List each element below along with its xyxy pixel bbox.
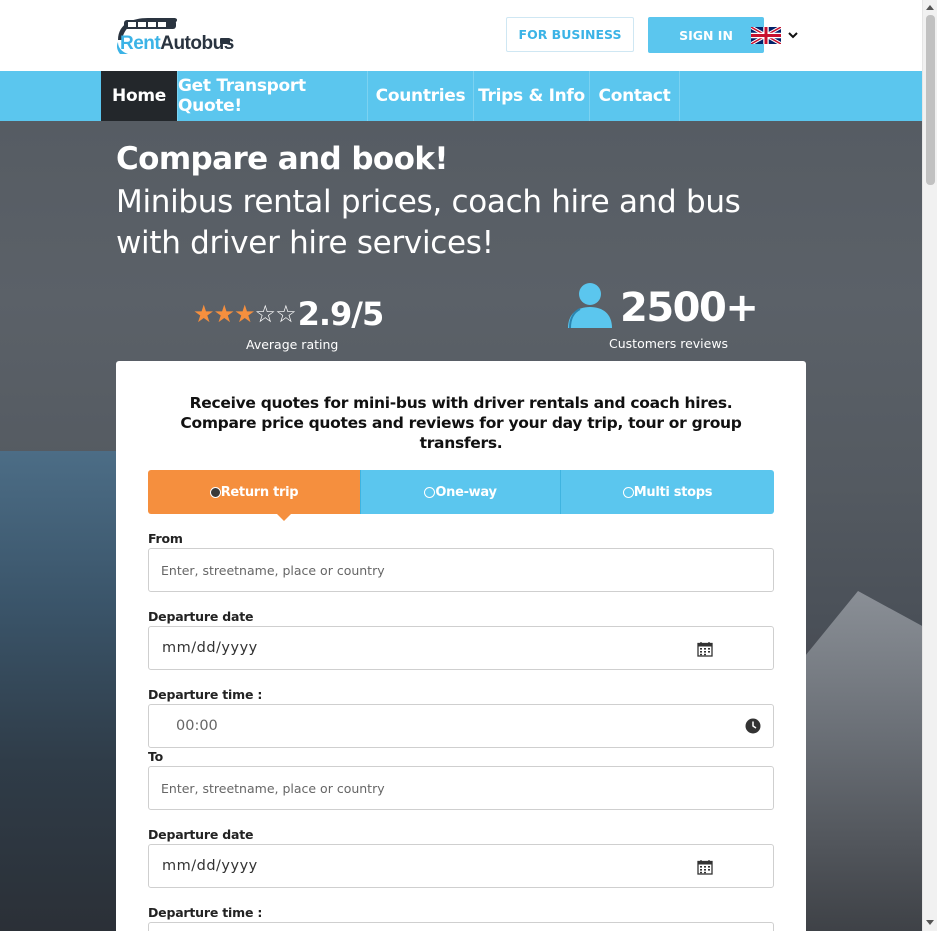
reviews-label: Customers reviews [609,336,729,351]
rating-label: Average rating [246,337,339,352]
trip-type-tabs: Return trip One-way Multi stops [148,470,774,521]
form-intro: Receive quotes for mini-bus with driver … [180,394,742,452]
calendar-icon[interactable] [697,641,713,657]
scroll-down-arrow-icon[interactable] [926,920,934,925]
user-icon [568,283,612,328]
nav-contact[interactable]: Contact [590,71,680,121]
radio-icon [622,486,634,498]
departure-date-input[interactable]: mm/dd/yyyy [148,626,774,670]
nav-get-quote[interactable]: Get Transport Quote! [178,71,368,121]
reviews-count: 2500+ [620,285,759,331]
star-filled-icon: ★ [234,300,256,328]
nav-trips-info[interactable]: Trips & Info [474,71,590,121]
from-input[interactable]: Enter, streetname, place or country [148,548,774,592]
quote-form-card: Receive quotes for mini-bus with driver … [116,361,806,931]
radio-icon [424,486,436,498]
to-label: To [148,749,164,764]
sign-in-button[interactable]: SIGN IN [648,17,764,53]
return-time-input[interactable] [148,922,774,931]
rating-stars: ★ ★ ★ ☆ ☆ 2.9/5 [193,294,385,334]
tab-multi-stops[interactable]: Multi stops [560,470,774,514]
star-filled-icon: ★ [213,300,236,328]
departure-date-label: Departure date [148,609,254,624]
return-date-label: Departure date [148,827,254,842]
return-time-label: Departure time : [148,905,263,920]
site-header: RentAutobus FOR BUSINESS SIGN IN [0,0,922,71]
chevron-down-icon[interactable] [788,30,798,40]
site-logo[interactable]: RentAutobus [114,14,234,58]
calendar-icon[interactable] [697,859,713,875]
tab-return-trip[interactable]: Return trip [148,470,360,514]
for-business-button[interactable]: FOR BUSINESS [506,17,634,52]
scrollbar-thumb[interactable] [926,15,935,185]
hero-subtitle: Minibus rental prices, coach hire and bu… [116,184,741,261]
scroll-up-arrow-icon[interactable] [926,5,934,10]
departure-time-input[interactable]: 00:00 [148,704,774,748]
star-filled-icon: ★ [193,300,215,328]
nav-countries[interactable]: Countries [368,71,474,121]
radio-selected-icon [209,486,221,498]
rating-value: 2.9/5 [297,295,385,333]
main-nav: Home Get Transport Quote! Countries Trip… [0,71,922,121]
logo-text: RentAutobus [120,33,234,54]
uk-flag-icon[interactable] [751,27,781,44]
page-scrollbar[interactable] [922,0,937,931]
active-tab-pointer [277,514,291,521]
nav-home[interactable]: Home [101,71,178,121]
clock-icon[interactable] [745,718,761,734]
tab-one-way[interactable]: One-way [360,470,560,514]
hero-title: Compare and book! [116,141,448,177]
to-input[interactable]: Enter, streetname, place or country [148,766,774,810]
return-date-input[interactable]: mm/dd/yyyy [148,844,774,888]
star-empty-icon: ☆ [275,300,297,328]
departure-time-label: Departure time : [148,687,263,702]
star-empty-icon: ☆ [254,300,277,328]
from-label: From [148,531,183,546]
